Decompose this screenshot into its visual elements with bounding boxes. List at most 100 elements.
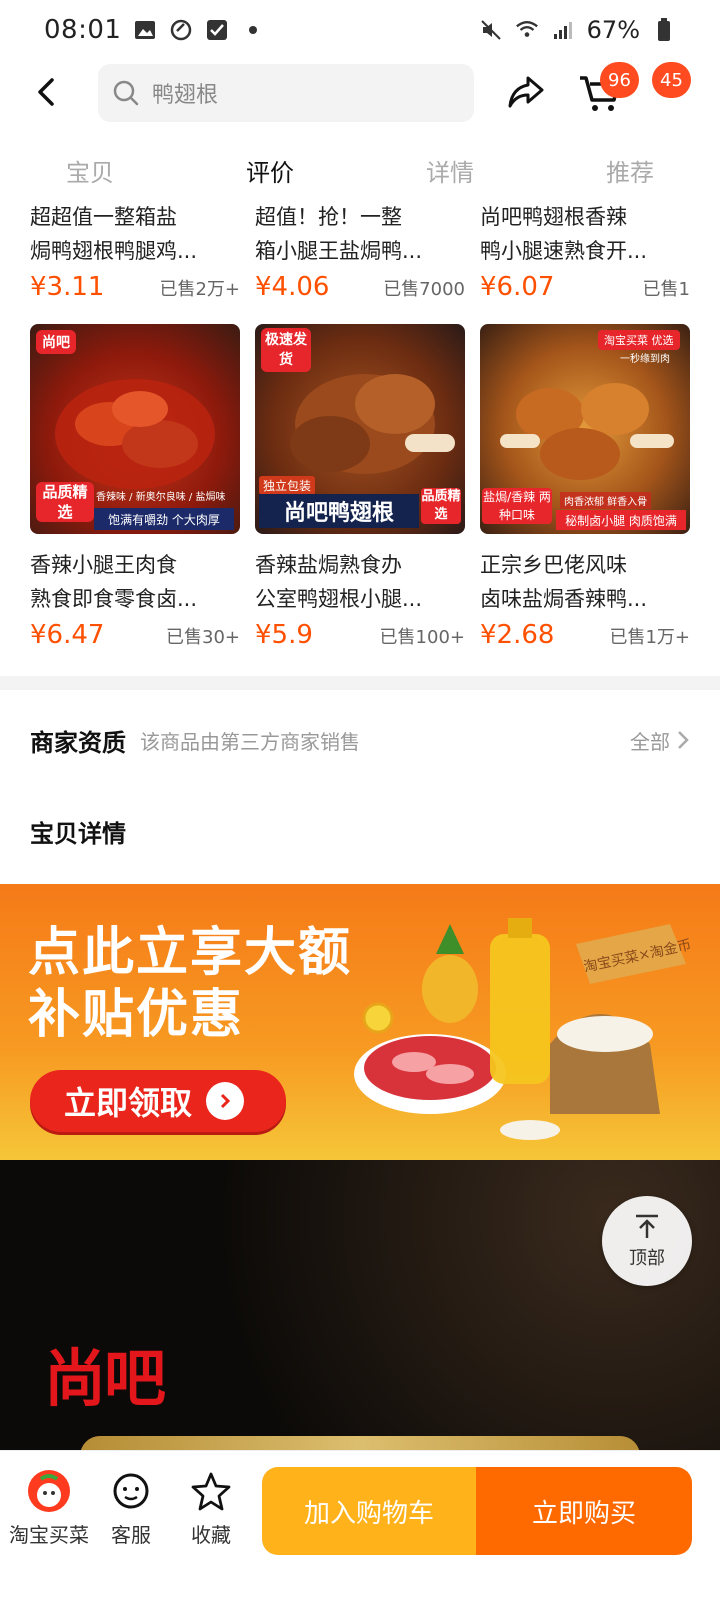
gold-decoration — [80, 1436, 640, 1450]
product-title-line: 正宗乡巴佬风味 — [480, 553, 627, 577]
arrow-up-icon — [636, 1214, 658, 1238]
wifi-icon — [515, 18, 539, 42]
cart-badge: 96 — [600, 62, 639, 98]
product-title-line: 超值！抢！一整 — [255, 205, 402, 229]
image-banner: 秘制卤小腿 肉质饱满 — [556, 510, 686, 530]
battery-icon — [652, 18, 676, 42]
product-title: 尚吧鸭翅根香辣 鸭小腿速熟食开... — [480, 200, 690, 268]
status-time: 08:01 — [44, 15, 122, 45]
claim-button[interactable]: 立即领取 — [30, 1070, 286, 1132]
checkbox-icon — [205, 18, 229, 42]
store-label: 淘宝买菜 — [9, 1523, 89, 1547]
product-title: 香辣小腿王肉食 熟食即食零食卤... — [30, 548, 240, 616]
individual-pack-tag: 独立包装 — [259, 476, 316, 495]
taste-tags: 肉香浓郁 鲜香入骨 — [560, 492, 652, 509]
add-to-cart-button[interactable]: 加入购物车 — [262, 1467, 476, 1555]
chat-icon — [109, 1469, 153, 1513]
share-icon — [508, 76, 544, 108]
quality-badge: 品质精选 — [421, 488, 461, 524]
signal-icon — [551, 18, 575, 42]
product-title-line: 超超值一整箱盐 — [30, 205, 177, 229]
message-badge[interactable]: 45 — [652, 62, 691, 98]
notification-app-icon — [169, 18, 193, 42]
product-card[interactable]: 尚吧鸭翅根香辣 鸭小腿速熟食开... ¥6.07 已售1 — [480, 200, 690, 312]
product-sold: 已售1万+ — [609, 627, 690, 648]
product-image[interactable]: 极速发货 独立包装 尚吧鸭翅根 品质精选 — [255, 324, 465, 534]
product-title-line: 卤味盐焗香辣鸭... — [480, 587, 648, 611]
brand-detail-image: 尚吧 — [0, 1160, 720, 1450]
bottom-action-bar: 淘宝买菜 客服 收藏 加入购物车 立即购买 — [0, 1450, 720, 1600]
store-button[interactable]: 淘宝买菜 — [4, 1469, 94, 1548]
section-divider — [0, 676, 720, 690]
product-card[interactable]: 正宗乡巴佬风味 卤味盐焗香辣鸭... ¥2.68 已售1万+ — [480, 548, 690, 650]
promo-line: 点此立享大额 — [28, 923, 353, 983]
product-price: ¥3.11 — [30, 272, 105, 302]
product-title-line: 鸭小腿速熟食开... — [480, 239, 648, 263]
item-details-title: 宝贝详情 — [30, 820, 126, 848]
quality-badge: 品质精选 — [36, 482, 94, 522]
merchant-desc: 该商品由第三方商家销售 — [140, 729, 360, 754]
product-card[interactable]: 香辣小腿王肉食 熟食即食零食卤... ¥6.47 已售30+ — [30, 548, 240, 650]
product-title-line: 香辣盐焗熟食办 — [255, 553, 402, 577]
arrow-right-icon — [206, 1082, 245, 1120]
star-icon — [189, 1469, 233, 1513]
product-sold: 已售1 — [642, 279, 690, 300]
section-tabs: 宝贝 评价 详情 推荐 — [0, 148, 720, 198]
tab-reviews[interactable]: 评价 — [180, 148, 360, 198]
promo-banner[interactable]: 点此立享大额 补贴优惠 立即领取 淘宝买菜×淘金币 — [0, 884, 720, 1160]
product-price: ¥2.68 — [480, 620, 555, 650]
mute-icon — [479, 18, 503, 42]
top-nav: 鸭翅根 96 45 — [0, 60, 720, 124]
customer-service-button[interactable]: 客服 — [86, 1469, 176, 1548]
product-card[interactable]: 超超值一整箱盐 焗鸭翅根鸭腿鸡... ¥3.11 已售2万+ — [30, 200, 240, 312]
image-banner: 饱满有嚼劲 个大肉厚 — [94, 508, 234, 530]
search-icon — [112, 79, 140, 107]
product-image[interactable]: 尚吧 品质精选 香辣味 / 新奥尔良味 / 盐焗味 饱满有嚼劲 个大肉厚 — [30, 324, 240, 534]
tab-recommend[interactable]: 推荐 — [540, 148, 720, 198]
product-card[interactable]: 香辣盐焗熟食办 公室鸭翅根小腿... ¥5.9 已售100+ — [255, 548, 465, 650]
tab-details[interactable]: 详情 — [360, 148, 540, 198]
service-label: 客服 — [111, 1523, 151, 1547]
dot-icon — [241, 18, 265, 42]
product-image[interactable]: 淘宝买菜 优选 一秒缘到肉 盐焗/香辣 两种口味 肉香浓郁 鲜香入骨 秘制卤小腿… — [480, 324, 690, 534]
battery-percent: 67% — [586, 16, 640, 44]
product-card[interactable]: 超值！抢！一整 箱小腿王盐焗鸭... ¥4.06 已售7000 — [255, 200, 465, 312]
product-title-line: 箱小腿王盐焗鸭... — [255, 239, 423, 263]
view-all-link[interactable]: 全部 — [630, 726, 690, 755]
back-to-top-button[interactable]: 顶部 — [602, 1196, 692, 1286]
merchant-qualification-row[interactable]: 商家资质 该商品由第三方商家销售 全部 — [30, 718, 690, 762]
product-title: 正宗乡巴佬风味 卤味盐焗香辣鸭... — [480, 548, 690, 616]
product-sold: 已售30+ — [166, 627, 240, 648]
flavor-tags: 香辣味 / 新奥尔良味 / 盐焗味 — [96, 492, 226, 503]
product-sold: 已售100+ — [379, 627, 465, 648]
status-bar: 08:01 67% — [0, 0, 720, 60]
promo-headline: 点此立享大额 补贴优惠 — [28, 922, 352, 1046]
favorite-button[interactable]: 收藏 — [166, 1469, 256, 1548]
chevron-left-icon — [38, 78, 54, 106]
tab-items[interactable]: 宝贝 — [0, 148, 180, 198]
product-title: 超超值一整箱盐 焗鸭翅根鸭腿鸡... — [30, 200, 240, 268]
product-title-line: 熟食即食零食卤... — [30, 587, 198, 611]
gallery-icon — [133, 18, 157, 42]
product-sold: 已售7000 — [383, 279, 465, 300]
flavor-badge: 盐焗/香辣 两种口味 — [482, 488, 552, 524]
chevron-right-icon — [678, 731, 689, 749]
buy-now-button[interactable]: 立即购买 — [476, 1467, 692, 1555]
product-title-line: 尚吧鸭翅根香辣 — [480, 205, 627, 229]
product-price: ¥5.9 — [255, 620, 313, 650]
promo-line: 补贴优惠 — [28, 985, 245, 1045]
product-title-line: 香辣小腿王肉食 — [30, 553, 177, 577]
product-price: ¥4.06 — [255, 272, 330, 302]
share-button[interactable] — [504, 70, 548, 114]
product-title: 香辣盐焗熟食办 公室鸭翅根小腿... — [255, 548, 465, 616]
groceries-illustration: 淘宝买菜×淘金币 — [354, 918, 693, 1140]
claim-button-label: 立即领取 — [64, 1084, 193, 1122]
product-price: ¥6.07 — [480, 272, 555, 302]
back-button[interactable] — [28, 72, 68, 112]
search-query-text: 鸭翅根 — [152, 83, 219, 108]
store-logo-icon — [27, 1469, 71, 1513]
view-all-label: 全部 — [630, 729, 670, 754]
search-input[interactable]: 鸭翅根 — [98, 64, 474, 122]
product-title: 超值！抢！一整 箱小腿王盐焗鸭... — [255, 200, 465, 268]
merchant-title: 商家资质 — [30, 728, 126, 757]
